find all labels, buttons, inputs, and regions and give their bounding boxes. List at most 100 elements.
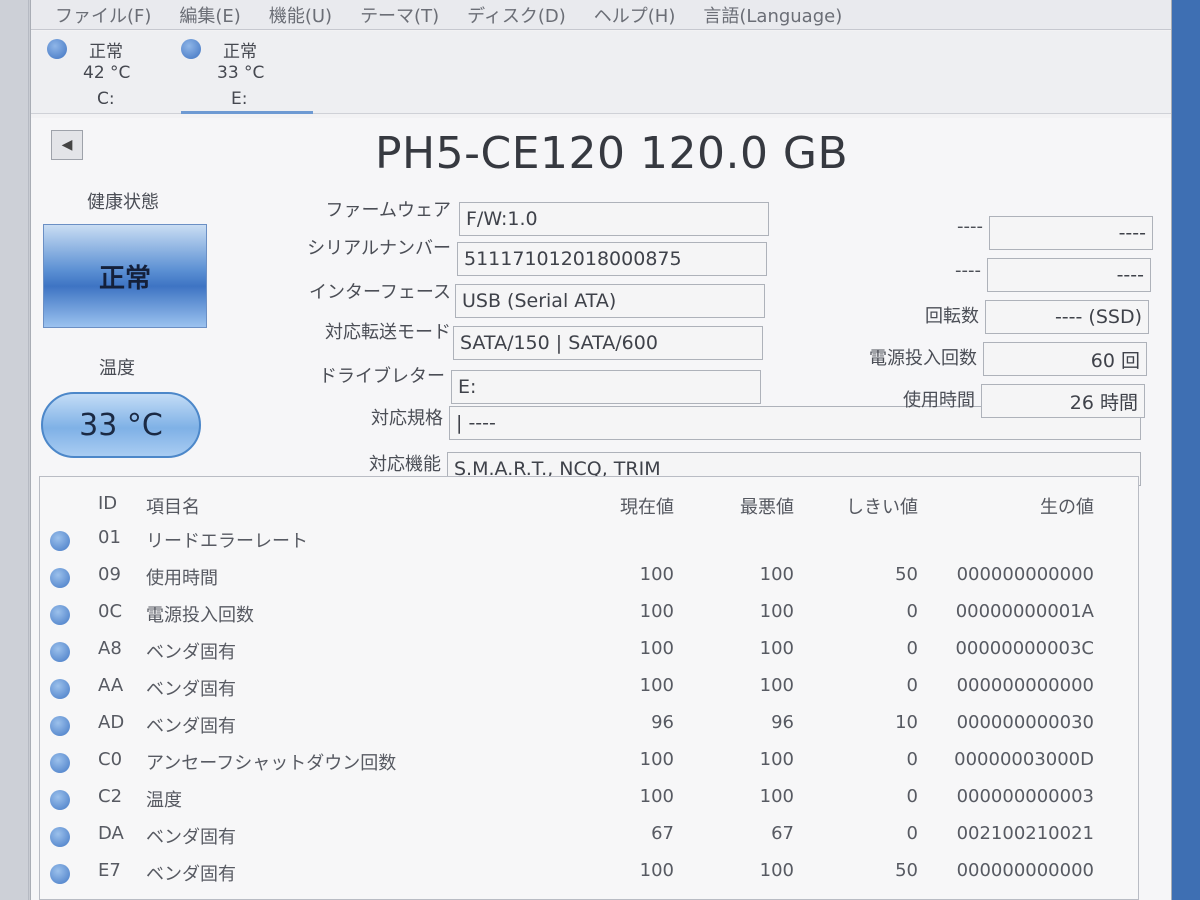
attribute-current: 96 — [651, 712, 674, 733]
menu-help[interactable]: ヘルプ(H) — [594, 2, 676, 28]
drive-details-panel: ◀ PH5-CE120 120.0 GB 健康状態 正常 温度 33 °C ファ… — [31, 118, 1171, 900]
table-row[interactable]: C0 アンセーフシャットダウン回数 100 100 0 00000003000D — [40, 745, 1138, 782]
attribute-worst: 100 — [759, 638, 794, 659]
menu-theme[interactable]: テーマ(T) — [360, 2, 439, 28]
power-on-hours-label: 使用時間 — [903, 390, 975, 411]
attribute-name: リードエラーレート — [146, 531, 308, 552]
attribute-threshold: 50 — [895, 564, 918, 585]
attribute-threshold: 0 — [906, 638, 918, 659]
attribute-status-icon — [50, 716, 70, 736]
menu-file[interactable]: ファイル(F) — [55, 2, 151, 28]
attribute-current: 100 — [639, 749, 674, 770]
attribute-status-icon — [50, 753, 70, 773]
table-row[interactable]: DA ベンダ固有 67 67 0 002100210021 — [40, 819, 1138, 856]
crystaldiskinfo-window: ファイル(F) 編集(E) 機能(U) テーマ(T) ディスク(D) ヘルプ(H… — [30, 0, 1172, 900]
table-row[interactable]: AA ベンダ固有 100 100 0 000000000000 — [40, 671, 1138, 708]
attribute-threshold: 0 — [906, 675, 918, 696]
table-row[interactable]: AD ベンダ固有 96 96 10 000000000030 — [40, 708, 1138, 745]
attribute-id: A8 — [98, 638, 122, 659]
unknown-info-label-1: ---- — [957, 216, 983, 237]
menu-edit[interactable]: 編集(E) — [179, 2, 240, 28]
attribute-id: E7 — [98, 860, 121, 881]
attribute-name: 使用時間 — [146, 568, 218, 589]
health-status-icon — [181, 39, 201, 59]
attribute-worst: 100 — [759, 601, 794, 622]
attribute-threshold: 0 — [906, 749, 918, 770]
column-header-worst[interactable]: 最悪値 — [740, 493, 794, 519]
supported-features-label: 対応機能 — [369, 454, 441, 475]
temperature-label: 温度 — [99, 358, 135, 379]
disk-model-title: PH5-CE120 120.0 GB — [375, 128, 849, 179]
drive-temperature: 42 °C — [83, 63, 131, 83]
attribute-id: DA — [98, 823, 124, 844]
drive-letter-label: ドライブレター — [319, 366, 445, 387]
table-row[interactable]: C2 温度 100 100 0 000000000003 — [40, 782, 1138, 819]
attribute-id: AD — [98, 712, 125, 733]
attribute-worst: 100 — [759, 564, 794, 585]
attribute-threshold: 0 — [906, 786, 918, 807]
attribute-status-icon — [50, 642, 70, 662]
menu-function[interactable]: 機能(U) — [269, 2, 332, 28]
column-header-current[interactable]: 現在値 — [620, 493, 674, 519]
attribute-name: ベンダ固有 — [146, 679, 236, 700]
table-row[interactable]: 09 使用時間 100 100 50 000000000000 — [40, 560, 1138, 597]
drive-tab-e[interactable]: 正常 33 °C E: — [171, 35, 301, 109]
attribute-worst: 100 — [759, 675, 794, 696]
serial-number-field: 511171012018000875 — [457, 242, 767, 276]
unknown-info-label-2: ---- — [955, 260, 981, 281]
table-row[interactable]: E7 ベンダ固有 100 100 50 000000000000 — [40, 856, 1138, 893]
attribute-worst: 100 — [759, 749, 794, 770]
attribute-current: 67 — [651, 823, 674, 844]
drive-status: 正常 — [89, 42, 123, 62]
attribute-raw: 000000000000 — [956, 675, 1094, 696]
drive-letter: C: — [97, 89, 115, 109]
attribute-current: 100 — [639, 638, 674, 659]
health-status-button[interactable]: 正常 — [43, 224, 207, 328]
attribute-raw: 000000000000 — [956, 564, 1094, 585]
column-header-threshold[interactable]: しきい値 — [846, 493, 918, 519]
attribute-id: AA — [98, 675, 124, 696]
drive-letter-field: E: — [451, 370, 761, 404]
attribute-worst: 96 — [771, 712, 794, 733]
interface-field: USB (Serial ATA) — [455, 284, 765, 318]
attribute-name: ベンダ固有 — [146, 827, 236, 848]
attribute-current: 100 — [639, 786, 674, 807]
table-row[interactable]: 01 リードエラーレート — [40, 523, 1138, 560]
unknown-info-field-2: ---- — [987, 258, 1151, 292]
table-row[interactable]: 0C 電源投入回数 100 100 0 00000000001A — [40, 597, 1138, 634]
drive-letter: E: — [231, 89, 248, 109]
attribute-id: 09 — [98, 564, 121, 585]
temperature-value: 33 °C — [79, 407, 163, 443]
unknown-info-field-1: ---- — [989, 216, 1153, 250]
drive-tab-c[interactable]: 正常 42 °C C: — [37, 35, 167, 109]
attribute-raw: 00000003000D — [954, 749, 1094, 770]
attribute-name: ベンダ固有 — [146, 716, 236, 737]
attribute-raw: 00000000001A — [955, 601, 1094, 622]
attribute-threshold: 0 — [906, 601, 918, 622]
rotation-rate-field: ---- (SSD) — [985, 300, 1149, 334]
smart-attributes-table: ID 項目名 現在値 最悪値 しきい値 生の値 01 リードエラーレート 09 … — [39, 476, 1139, 900]
previous-drive-button[interactable]: ◀ — [51, 130, 83, 160]
attribute-raw: 00000000003C — [955, 638, 1094, 659]
attribute-raw: 000000000030 — [956, 712, 1094, 733]
health-status-label: 健康状態 — [87, 192, 159, 213]
smart-table-header: ID 項目名 現在値 最悪値 しきい値 生の値 — [40, 477, 1138, 519]
drive-selector-bar: 正常 42 °C C: 正常 33 °C E: — [31, 31, 1171, 114]
column-header-raw[interactable]: 生の値 — [1040, 493, 1094, 519]
attribute-name: アンセーフシャットダウン回数 — [146, 753, 397, 774]
attribute-status-icon — [50, 605, 70, 625]
attribute-worst: 100 — [759, 860, 794, 881]
attribute-id: C0 — [98, 749, 123, 770]
menu-disk[interactable]: ディスク(D) — [467, 2, 566, 28]
drive-status: 正常 — [223, 42, 257, 62]
column-header-id[interactable]: ID — [98, 493, 117, 514]
column-header-name[interactable]: 項目名 — [146, 493, 200, 519]
attribute-threshold: 0 — [906, 823, 918, 844]
menu-language[interactable]: 言語(Language) — [703, 2, 842, 28]
attribute-raw: 002100210021 — [956, 823, 1094, 844]
temperature-display: 33 °C — [41, 392, 201, 458]
transfer-mode-label: 対応転送モード — [325, 322, 451, 343]
attribute-name: 電源投入回数 — [146, 605, 254, 626]
menu-bar: ファイル(F) 編集(E) 機能(U) テーマ(T) ディスク(D) ヘルプ(H… — [31, 0, 1171, 30]
table-row[interactable]: A8 ベンダ固有 100 100 0 00000000003C — [40, 634, 1138, 671]
